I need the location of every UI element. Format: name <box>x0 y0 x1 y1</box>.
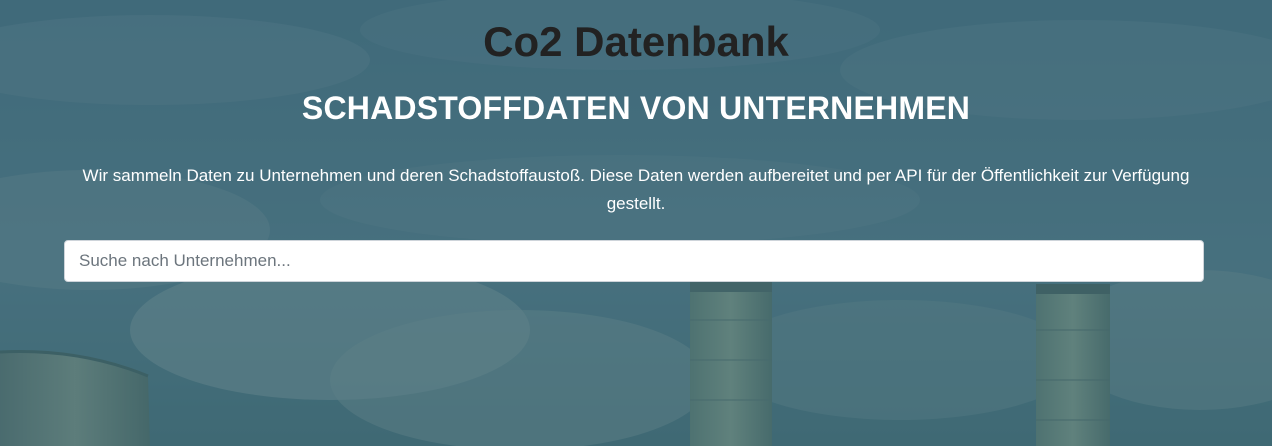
intro-description: Wir sammeln Daten zu Unternehmen und der… <box>82 166 1190 213</box>
background-overlay <box>0 0 1272 446</box>
company-search-input[interactable] <box>64 240 1204 282</box>
page-subtitle: SCHADSTOFFDATEN VON UNTERNEHMEN <box>301 90 971 126</box>
site-title: Co2 Datenbank <box>483 18 789 65</box>
